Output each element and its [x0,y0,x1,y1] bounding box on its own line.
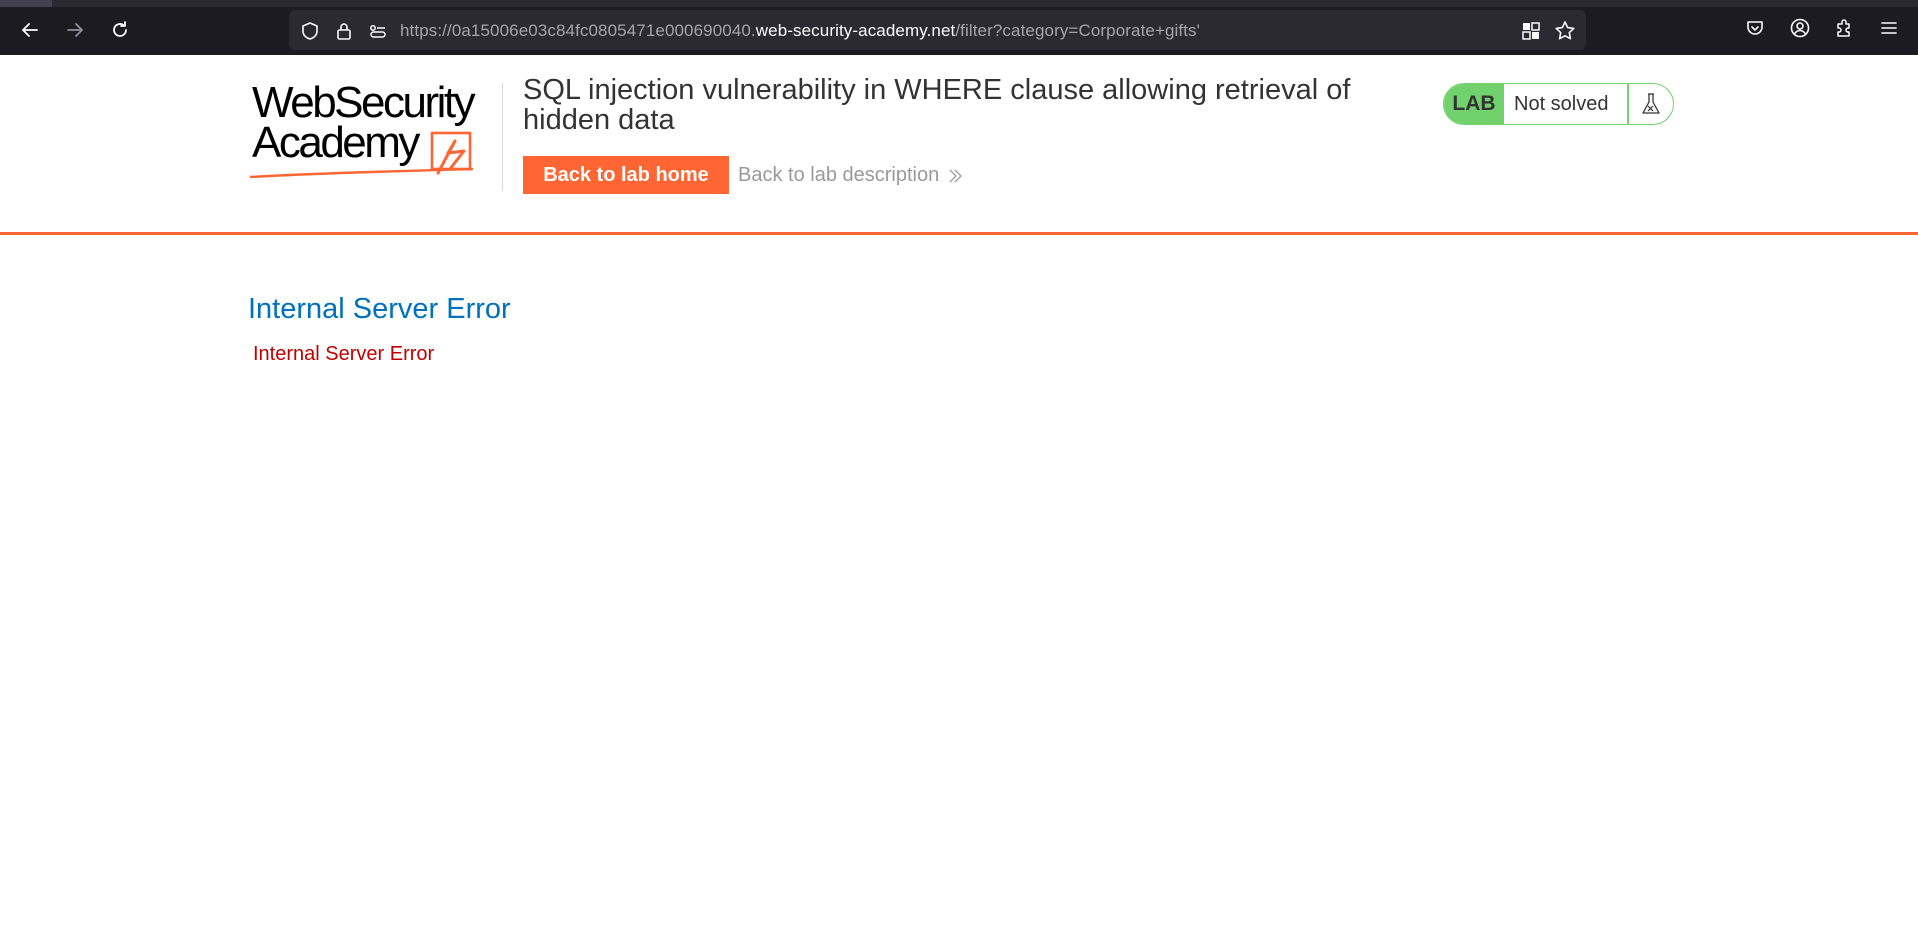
menu-icon[interactable] [1875,14,1903,42]
flask-icon [1642,93,1660,114]
error-message: Internal Server Error [253,343,435,365]
bookmark-star-icon[interactable] [1554,20,1576,42]
lab-title: SQL injection vulnerability in WHERE cla… [523,74,1351,136]
lab-status-text: Not solved [1514,93,1609,115]
academy-logo[interactable]: WebSecurity Academy [250,79,500,179]
shield-icon[interactable] [299,20,321,42]
url-text[interactable]: https://0a15006e03c84fc0805471e000690040… [400,21,1200,41]
back-to-lab-home-button[interactable]: Back to lab home [523,156,729,194]
lab-status-widget: LAB Not solved [1443,83,1674,125]
qr-code-icon[interactable] [1520,20,1542,42]
pocket-icon[interactable] [1741,14,1769,42]
address-bar[interactable]: https://0a15006e03c84fc0805471e000690040… [289,10,1586,50]
back-icon[interactable] [12,12,48,48]
url-prefix: https://0a15006e03c84fc0805471e000690040… [400,21,756,40]
reload-icon[interactable] [102,12,138,48]
url-host: web-security-academy.net [755,21,956,40]
account-icon[interactable] [1786,14,1814,42]
url-path: /filter?category=Corporate+gifts' [955,21,1200,40]
lock-icon[interactable] [333,20,355,42]
active-tab-indicator [0,0,52,7]
header-divider [502,83,503,191]
extensions-icon[interactable] [1830,14,1858,42]
lab-badge: LAB [1444,84,1504,124]
browser-toolbar: https://0a15006e03c84fc0805471e000690040… [0,0,1918,55]
double-chevron-right-icon [949,169,963,182]
tab-strip [0,0,1918,7]
logo-mark-icon [250,131,474,179]
page-heading: Internal Server Error [248,293,511,325]
status-separator [1627,84,1629,124]
forward-icon[interactable] [57,12,93,48]
lab-header: WebSecurity Academy SQL injection vulner… [0,55,1918,235]
back-to-lab-description-label: Back to lab description [738,164,940,186]
back-to-lab-description-link[interactable]: Back to lab description [738,164,963,187]
permissions-icon[interactable] [367,20,389,42]
